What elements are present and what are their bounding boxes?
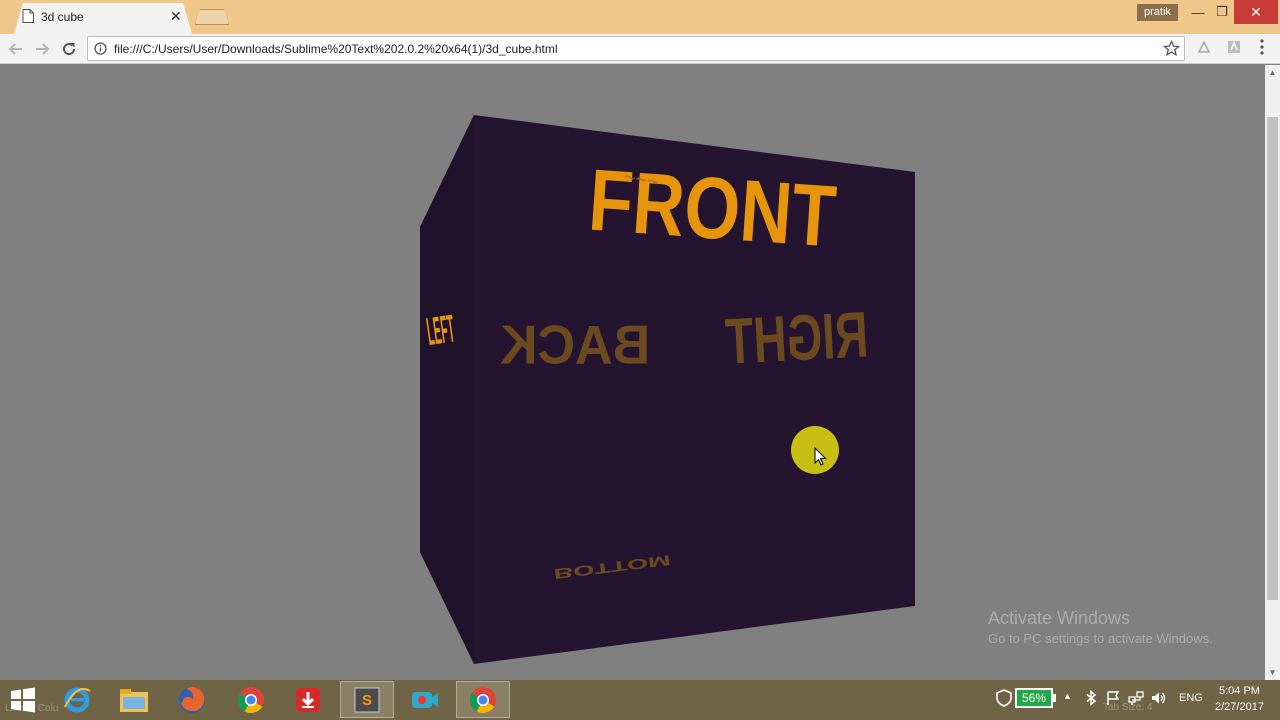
screen-recorder-icon — [412, 691, 438, 708]
start-button[interactable] — [0, 681, 46, 718]
reload-button[interactable] — [59, 39, 79, 59]
internet-explorer-icon — [64, 687, 91, 712]
scroll-thumb[interactable] — [1267, 117, 1278, 600]
clock-time[interactable]: 5:04 PM — [1219, 685, 1260, 697]
profile-badge[interactable]: pratik — [1137, 4, 1178, 21]
sublime-text-icon: S — [354, 687, 380, 712]
taskbar: Line 1, Colu — [0, 680, 1280, 720]
close-window-button[interactable]: ✕ — [1234, 0, 1278, 24]
tray-expand-icon[interactable]: ▲ — [1063, 691, 1072, 701]
cube-canvas: FRONT ~~~ LEFT BACK RIGHT BOTTOM — [420, 115, 915, 664]
bluetooth-icon[interactable] — [1083, 690, 1099, 706]
extension-icon[interactable] — [1196, 39, 1212, 55]
forward-button[interactable] — [32, 39, 52, 59]
windows-start-icon — [11, 687, 35, 712]
info-icon[interactable] — [94, 42, 107, 55]
url-text[interactable]: file:///C:/Users/User/Downloads/Sublime%… — [114, 42, 558, 56]
vertical-scrollbar[interactable]: ▲ ▼ — [1265, 65, 1280, 680]
back-button[interactable] — [6, 39, 26, 59]
taskbar-chrome-active[interactable] — [456, 681, 510, 718]
taskbar-screen-recorder[interactable] — [398, 681, 452, 718]
front-label-group: FRONT — [586, 151, 839, 265]
right-label-group: RIGHT — [724, 298, 870, 378]
bookmark-star-icon[interactable] — [1163, 40, 1180, 57]
tab-close-icon[interactable]: ✕ — [170, 8, 182, 25]
battery-nub — [1053, 694, 1056, 702]
tab-title: 3d cube — [41, 10, 84, 24]
menu-kebab-icon[interactable] — [1256, 38, 1268, 56]
file-explorer-icon — [120, 688, 148, 712]
back-label-group: BACK — [500, 315, 650, 375]
page-icon — [22, 9, 34, 23]
volume-icon[interactable] — [1150, 690, 1166, 706]
taskbar-internet-explorer[interactable] — [50, 681, 104, 718]
scroll-up-arrow-icon[interactable]: ▲ — [1265, 65, 1280, 80]
action-center-flag-icon[interactable] — [1105, 690, 1121, 706]
pdf-extension-icon[interactable] — [1226, 39, 1242, 55]
page-content: FRONT ~~~ LEFT BACK RIGHT BOTTOM Activat… — [0, 65, 1265, 680]
input-language[interactable]: ENG — [1179, 692, 1203, 704]
network-icon[interactable] — [1128, 690, 1144, 706]
activate-title: Activate Windows — [988, 608, 1131, 628]
arrow-left-icon — [8, 43, 22, 55]
chrome-icon — [237, 686, 264, 713]
taskbar-download-manager[interactable] — [281, 681, 335, 718]
title-bar: 3d cube ✕ pratik — ❐ ✕ — [0, 0, 1280, 34]
clock-date[interactable]: 2/27/2017 — [1215, 701, 1264, 713]
new-tab-button[interactable] — [195, 9, 229, 25]
taskbar-firefox[interactable] — [165, 681, 219, 718]
activate-subtitle: Go to PC settings to activate Windows. — [988, 631, 1213, 646]
scroll-down-arrow-icon[interactable]: ▼ — [1265, 665, 1280, 680]
right-label: RIGHT — [724, 298, 870, 378]
arrow-right-icon — [36, 43, 50, 55]
reload-icon — [63, 43, 76, 56]
battery-indicator[interactable]: 56% — [1015, 688, 1053, 708]
firefox-icon — [179, 686, 205, 713]
svg-text:S: S — [362, 692, 372, 709]
browser-toolbar: file:///C:/Users/User/Downloads/Sublime%… — [0, 34, 1280, 64]
download-manager-icon — [296, 687, 320, 712]
activate-windows-watermark: Activate Windows Go to PC settings to ac… — [988, 608, 1213, 646]
shield-icon[interactable] — [996, 689, 1012, 707]
taskbar-chrome[interactable] — [224, 681, 278, 718]
cube-edge — [420, 115, 474, 664]
restore-button[interactable]: ❐ — [1208, 0, 1236, 24]
front-label: FRONT — [586, 151, 839, 265]
taskbar-file-explorer[interactable] — [107, 681, 161, 718]
address-bar[interactable]: file:///C:/Users/User/Downloads/Sublime%… — [87, 36, 1185, 61]
chrome-icon — [469, 686, 496, 713]
taskbar-sublime-text[interactable]: S — [340, 681, 394, 718]
back-label: BACK — [500, 315, 650, 375]
